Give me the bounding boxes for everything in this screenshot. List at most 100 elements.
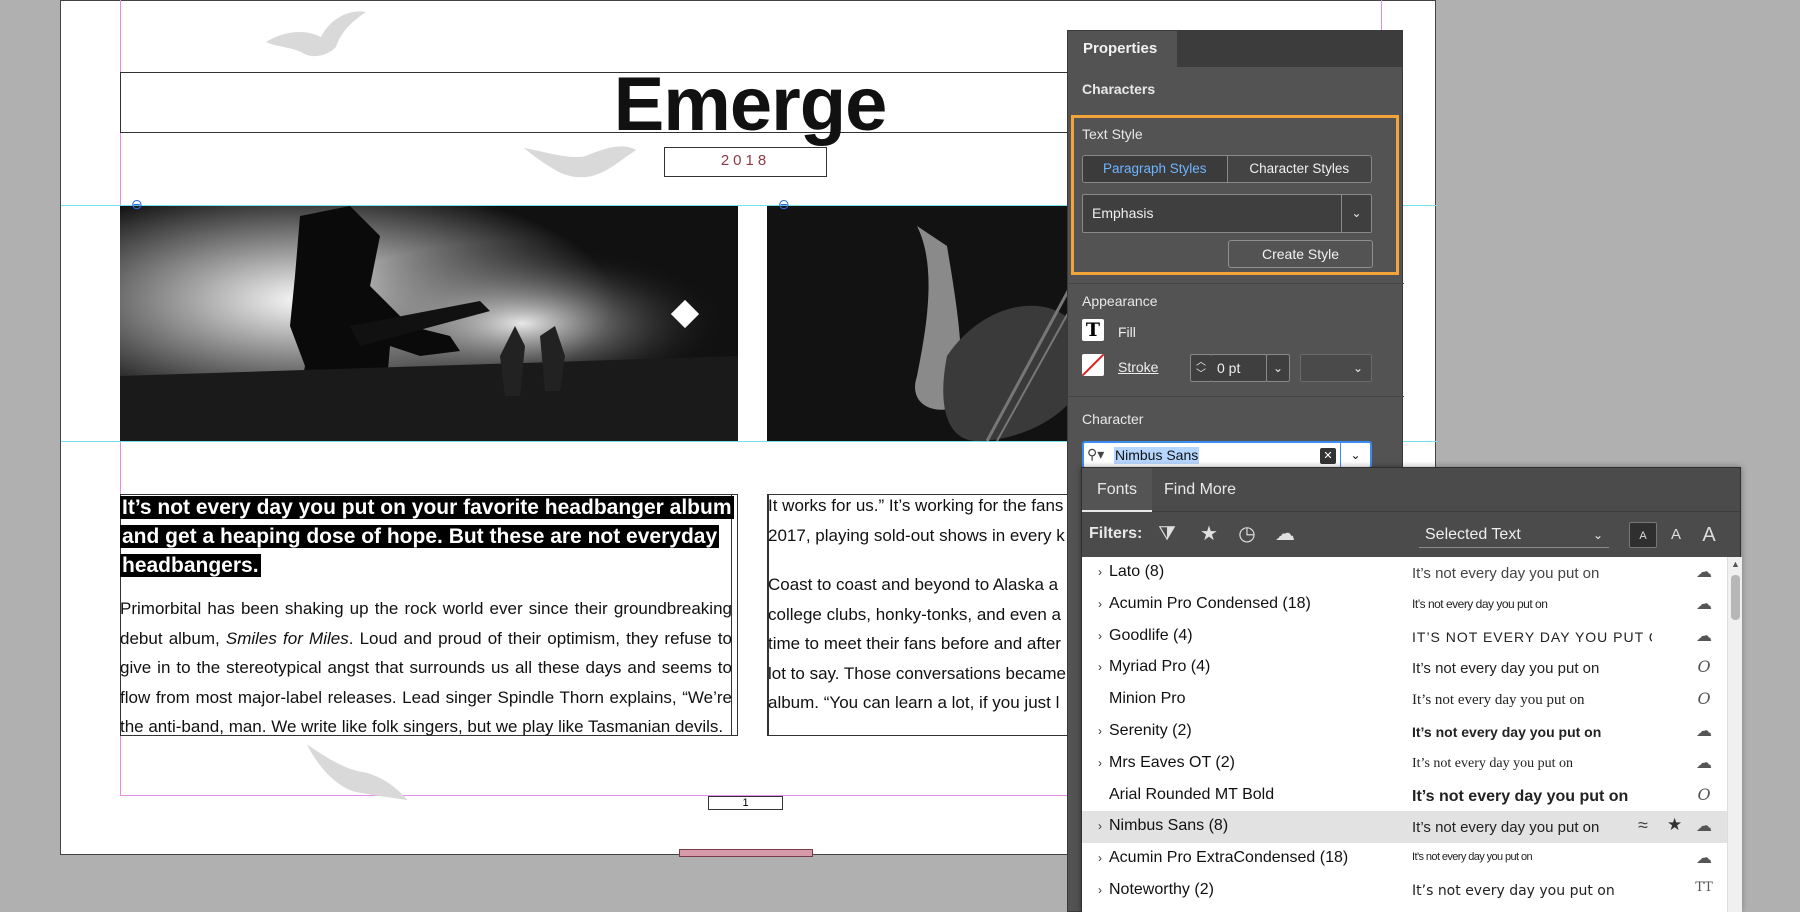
preview-mode-select[interactable]: Selected Text ⌄ xyxy=(1419,522,1609,548)
font-name: Mrs Eaves OT (2) xyxy=(1109,753,1235,771)
font-name: Myriad Pro (4) xyxy=(1109,658,1211,676)
font-row-selected[interactable]: › Nimbus Sans (8) It’s not every day you… xyxy=(1082,811,1742,844)
text-line: college clubs, honky-tonks, and even a xyxy=(768,604,1061,624)
tab-find-more[interactable]: Find More xyxy=(1164,468,1264,512)
chevron-right-icon[interactable]: › xyxy=(1098,597,1102,611)
font-sample: It’s not every day you put on xyxy=(1412,692,1585,709)
similar-fonts-icon[interactable]: ≈ xyxy=(1638,815,1648,836)
chevron-right-icon[interactable]: › xyxy=(1098,851,1102,865)
link-icon[interactable]: ⊖ xyxy=(131,197,151,211)
font-list: › Lato (8) It’s not every day you put on… xyxy=(1082,557,1742,912)
chevron-down-icon: ⌄ xyxy=(1592,528,1603,542)
font-row[interactable]: Minion Pro It’s not every day you put on… xyxy=(1082,684,1742,716)
bird-graphic xyxy=(306,744,408,800)
filter-row: Filters: ⧩ ★ ◷ ☁ Selected Text ⌄ A A A xyxy=(1082,512,1742,557)
font-row[interactable]: › Acumin Pro Condensed (18) It’s not eve… xyxy=(1082,589,1742,621)
font-name: Lato (8) xyxy=(1109,563,1165,580)
scroll-thumb[interactable] xyxy=(1731,575,1740,620)
chevron-down-icon[interactable]: ⌄ xyxy=(1341,195,1371,232)
font-row[interactable]: › Lato (8) It’s not every day you put on… xyxy=(1082,557,1742,589)
font-sample: It’s not every day you put on xyxy=(1412,882,1615,899)
style-select-value: Emphasis xyxy=(1092,205,1154,221)
flyout-tabs: Fonts Find More xyxy=(1082,468,1740,512)
font-sample: IT’S NOT EVERY DAY YOU PUT C xyxy=(1412,628,1652,645)
font-sample: It’s not every day you put on xyxy=(1412,755,1573,771)
chevron-right-icon[interactable]: › xyxy=(1098,819,1102,833)
preview-size-medium-button[interactable]: A xyxy=(1662,522,1690,548)
characters-heading: Characters xyxy=(1082,81,1156,97)
text-line: Coast to coast and beyond to Alaska a xyxy=(768,575,1059,594)
font-sample: It’s not every day you put on xyxy=(1412,660,1600,678)
chevron-right-icon[interactable]: › xyxy=(1098,629,1102,643)
cloud-sync-icon[interactable]: ☁ xyxy=(1272,522,1298,546)
opentype-icon: O xyxy=(1697,657,1711,677)
column-two-text[interactable]: It works for us.” It’s working for the f… xyxy=(768,491,1088,718)
opentype-icon: O xyxy=(1697,784,1711,804)
emphasis-text: It’s not every day you put on your favor… xyxy=(120,496,734,577)
star-icon[interactable]: ★ xyxy=(1667,815,1682,835)
style-select[interactable]: Emphasis ⌄ xyxy=(1082,194,1372,233)
filter-icon[interactable]: ⧩ xyxy=(1154,522,1180,546)
page-tab xyxy=(679,849,813,857)
divider xyxy=(1068,396,1404,397)
font-row[interactable]: › Mrs Eaves OT (2) It’s not every day yo… xyxy=(1082,748,1742,780)
font-search-value[interactable]: Nimbus Sans xyxy=(1114,447,1200,464)
stroke-swatch-icon[interactable] xyxy=(1082,354,1104,376)
panel-tab-bar: Properties xyxy=(1068,31,1402,67)
font-sample: It’s not every day you put on xyxy=(1412,819,1600,837)
chevron-right-icon[interactable]: › xyxy=(1098,883,1102,897)
stroke-weight-input[interactable]: 0 pt xyxy=(1211,354,1267,382)
character-styles-tab[interactable]: Character Styles xyxy=(1228,156,1372,182)
font-list-scrollbar[interactable]: ▲ xyxy=(1727,557,1742,912)
font-sample: It’s not every day you put on xyxy=(1412,851,1533,864)
stroke-type-select[interactable]: ⌄ xyxy=(1300,354,1372,382)
chevron-right-icon[interactable]: › xyxy=(1098,565,1102,579)
tab-properties[interactable]: Properties xyxy=(1068,31,1177,67)
paragraph-styles-tab[interactable]: Paragraph Styles xyxy=(1083,156,1228,182)
body-paragraph[interactable]: Primorbital has been shaking up the rock… xyxy=(120,594,732,742)
year-text[interactable]: 2018 xyxy=(664,147,827,177)
create-style-button[interactable]: Create Style xyxy=(1228,240,1373,268)
text-line: 2017, playing sold-out shows in every k xyxy=(768,525,1065,545)
font-row[interactable]: › Noteworthy (2) It’s not every day you … xyxy=(1082,875,1742,907)
font-row[interactable]: › Acumin Pro ExtraCondensed (18) It’s no… xyxy=(1082,843,1742,875)
chevron-right-icon[interactable]: › xyxy=(1098,724,1102,738)
star-icon[interactable]: ★ xyxy=(1196,522,1222,546)
font-row[interactable]: › Myriad Pro (4) It’s not every day you … xyxy=(1082,652,1742,684)
font-sample: It’s not every day you put on xyxy=(1412,596,1548,611)
cloud-sync-icon: ☁ xyxy=(1696,564,1712,581)
concert-photo-left[interactable] xyxy=(120,206,738,441)
clear-icon[interactable]: ✕ xyxy=(1320,448,1336,464)
chevron-right-icon[interactable]: › xyxy=(1098,660,1102,674)
tab-fonts[interactable]: Fonts xyxy=(1082,468,1152,512)
page-number[interactable]: 1 xyxy=(708,796,783,810)
opentype-icon: O xyxy=(1697,689,1711,709)
stroke-link[interactable]: Stroke xyxy=(1118,359,1158,375)
cloud-sync-icon: ☁ xyxy=(1696,627,1712,645)
font-search-field[interactable]: ⚲▾ Nimbus Sans ✕ ⌄ xyxy=(1082,441,1372,469)
font-row[interactable]: Arial Rounded MT Bold It’s not every day… xyxy=(1082,780,1742,812)
search-icon[interactable]: ⚲▾ xyxy=(1087,446,1109,466)
scroll-up-icon[interactable]: ▲ xyxy=(1731,559,1740,569)
preview-size-small-button[interactable]: A xyxy=(1629,522,1657,548)
font-sample: It’s not every day you put on xyxy=(1412,787,1629,805)
font-name: Serenity (2) xyxy=(1109,721,1192,739)
font-name: Nimbus Sans (8) xyxy=(1109,817,1229,835)
bird-graphic xyxy=(266,11,366,57)
stroke-stepper[interactable]: ︿ ﹀ xyxy=(1190,354,1212,382)
chevron-down-icon[interactable]: ⌄ xyxy=(1340,443,1370,467)
fill-swatch-icon[interactable]: T xyxy=(1082,319,1104,341)
emphasis-paragraph[interactable]: It’s not every day you put on your favor… xyxy=(120,493,734,580)
album-title-italic: Smiles for Miles xyxy=(225,628,349,648)
font-row[interactable]: › Goodlife (4) IT’S NOT EVERY DAY YOU PU… xyxy=(1082,621,1742,653)
preview-size-large-button[interactable]: A xyxy=(1695,522,1723,548)
font-name: Minion Pro xyxy=(1109,690,1186,708)
chevron-right-icon[interactable]: › xyxy=(1098,756,1102,770)
divider xyxy=(1068,283,1404,284)
fill-label: Fill xyxy=(1118,324,1136,340)
font-row[interactable]: › Serenity (2) It’s not every day you pu… xyxy=(1082,716,1742,748)
font-name: Arial Rounded MT Bold xyxy=(1109,785,1275,803)
chevron-down-icon[interactable]: ⌄ xyxy=(1266,354,1290,382)
link-icon[interactable]: ⊖ xyxy=(778,197,798,211)
recent-clock-icon[interactable]: ◷ xyxy=(1234,522,1260,546)
